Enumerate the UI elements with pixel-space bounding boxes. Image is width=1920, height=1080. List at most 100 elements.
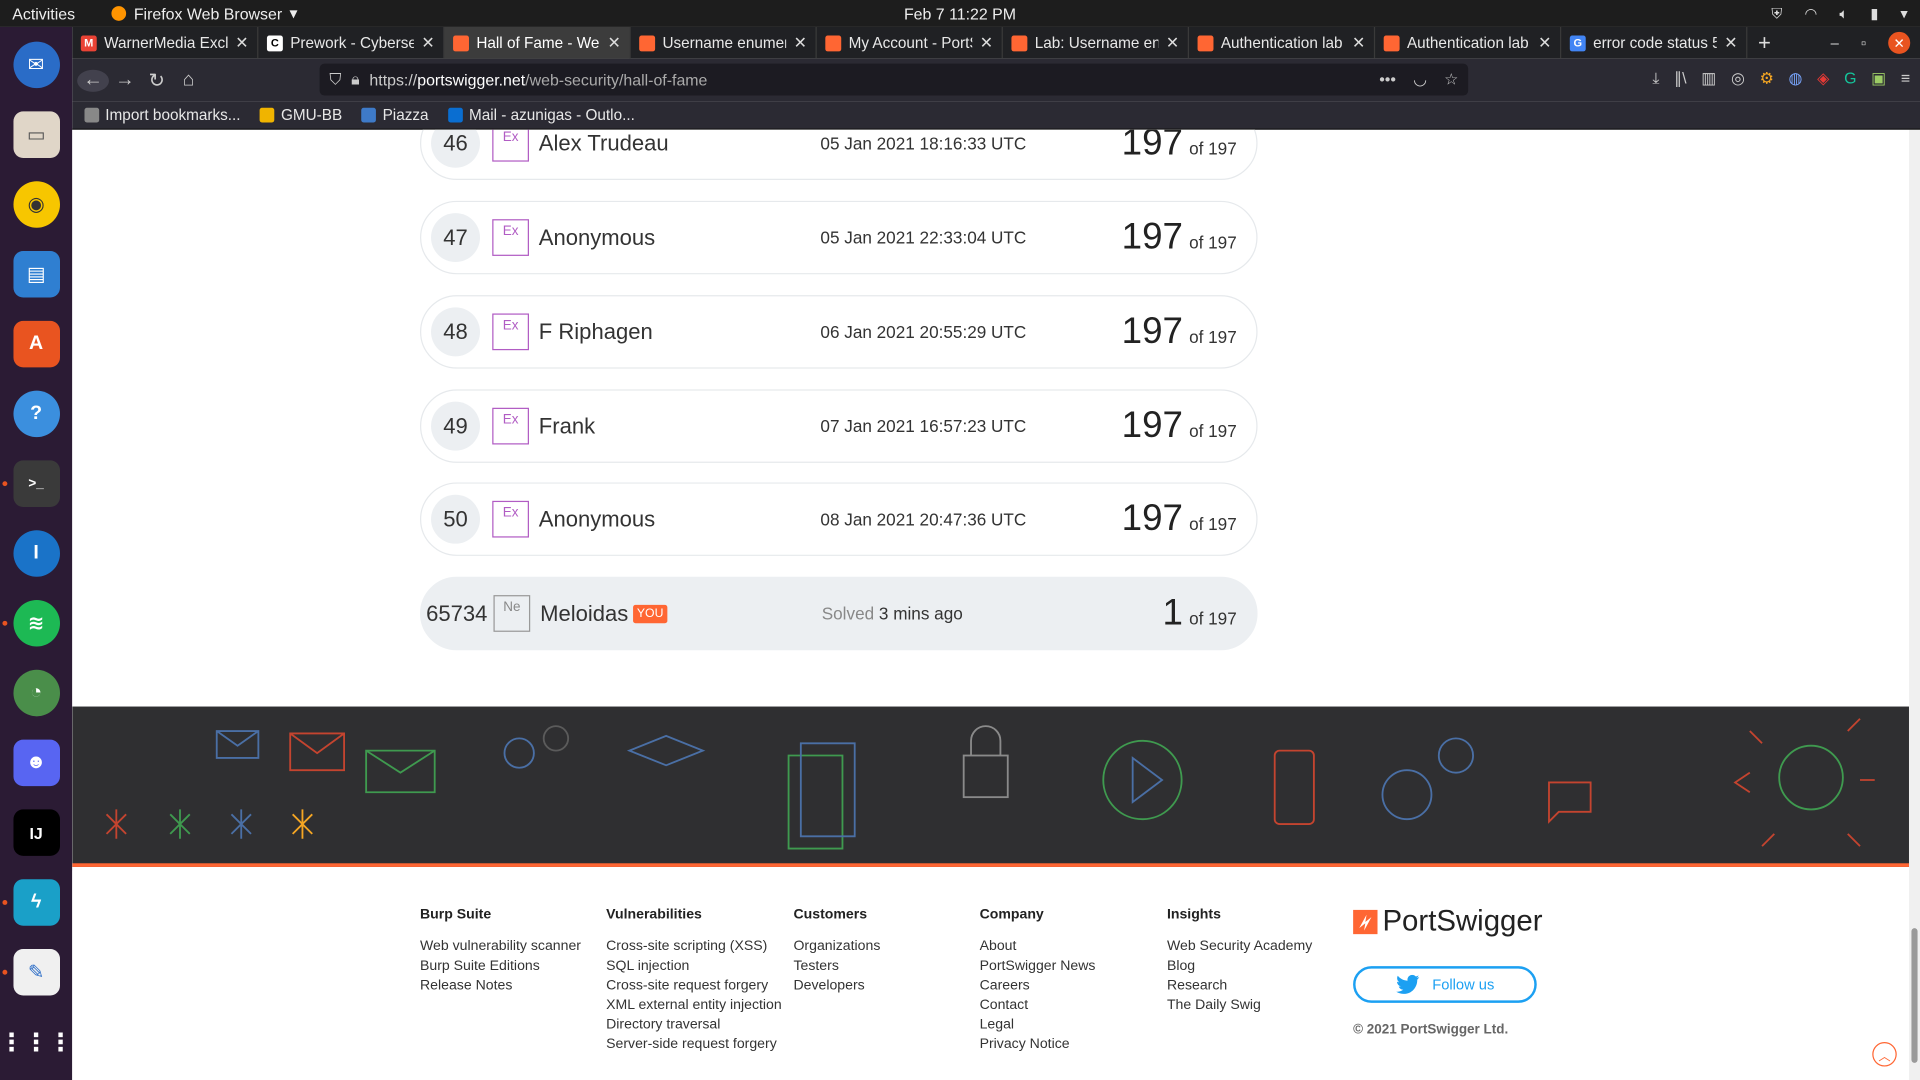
portswigger-logo[interactable]: PortSwigger — [1353, 905, 1543, 939]
close-tab-icon[interactable]: ✕ — [235, 33, 248, 53]
browser-tab[interactable]: Lab: Username enu ✕ — [1003, 26, 1189, 59]
1password-icon[interactable]: I — [12, 530, 60, 577]
app-menu[interactable]: Firefox Web Browser ▾ — [111, 4, 298, 24]
back-to-top-icon[interactable]: ︿ — [1872, 1042, 1897, 1067]
browser-tab[interactable]: Authentication lab ✕ — [1189, 26, 1376, 59]
menu-icon[interactable]: ≡ — [1901, 69, 1910, 89]
footer-link[interactable]: SQL injection — [606, 956, 782, 976]
bookmark-item[interactable]: Import bookmarks... — [84, 107, 241, 124]
footer-link[interactable]: Burp Suite Editions — [420, 956, 581, 976]
close-tab-icon[interactable]: ✕ — [1166, 33, 1179, 53]
footer-link[interactable]: Blog — [1167, 956, 1312, 976]
close-tab-icon[interactable]: ✕ — [1352, 33, 1365, 53]
browser-tab[interactable]: Authentication lab ✕ — [1375, 26, 1562, 59]
volume-icon[interactable]: 🔈︎ — [1839, 4, 1848, 22]
close-tab-icon[interactable]: ✕ — [1724, 33, 1737, 53]
user-name[interactable]: F Riphagen — [539, 319, 821, 345]
pocket-icon[interactable]: ◡ — [1413, 70, 1427, 90]
spotify-icon[interactable]: ≋ — [1, 600, 60, 647]
chevron-down-icon[interactable]: ▾ — [1900, 5, 1907, 22]
scrollbar-thumb[interactable] — [1911, 928, 1918, 1063]
system-tray[interactable]: ⛨ ◠ 🔈︎ ▮ ▾ — [1771, 4, 1907, 22]
bookmark-star-icon[interactable]: ☆ — [1444, 70, 1458, 90]
library-icon[interactable]: ∥\ — [1674, 69, 1686, 89]
extension-icon[interactable]: ◈ — [1817, 69, 1829, 89]
footer-link[interactable]: PortSwigger News — [980, 956, 1096, 976]
sidebar-icon[interactable]: ▥ — [1701, 69, 1716, 89]
downloads-icon[interactable]: ⤓ — [1652, 69, 1659, 89]
browser-tab[interactable]: M WarnerMedia Exclu ✕ — [72, 26, 259, 59]
url-bar[interactable]: ⛉ 🔒︎ https://portswigger.net/web-securit… — [319, 63, 1469, 96]
user-name[interactable]: Meloidas YOU — [540, 601, 822, 627]
browser-tab[interactable]: Hall of Fame - Web ✕ — [444, 26, 631, 59]
show-apps-icon[interactable]: ⋮⋮⋮ — [0, 1019, 73, 1066]
new-tab-icon[interactable]: + — [1747, 27, 1781, 59]
bookmark-item[interactable]: Piazza — [361, 107, 429, 124]
writer-icon[interactable]: ▤ — [12, 251, 60, 298]
restore-icon[interactable]: ▫ — [1861, 34, 1866, 51]
back-icon[interactable]: ← — [77, 69, 109, 92]
footer-link[interactable]: Research — [1167, 976, 1312, 996]
footer-link[interactable]: Privacy Notice — [980, 1035, 1096, 1055]
battery-icon[interactable]: ▮ — [1870, 5, 1878, 22]
browser-tab[interactable]: Username enumer ✕ — [631, 26, 817, 59]
footer-link[interactable]: The Daily Swig — [1167, 996, 1312, 1016]
footer-link[interactable]: Cross-site request forgery — [606, 976, 782, 996]
shield-icon[interactable]: ⛉ — [329, 70, 341, 90]
wifi-icon[interactable]: ◠ — [1805, 5, 1818, 22]
footer-link[interactable]: XML external entity injection — [606, 996, 782, 1016]
terminal-icon[interactable]: >_ — [1, 460, 60, 507]
user-name[interactable]: Anonymous — [539, 506, 821, 532]
page-scrollbar[interactable] — [1908, 129, 1920, 1080]
footer-link[interactable]: Organizations — [793, 937, 880, 957]
files-icon[interactable]: ▭ — [12, 111, 60, 158]
footer-link[interactable]: Directory traversal — [606, 1015, 782, 1035]
account-icon[interactable]: ◎ — [1731, 69, 1745, 89]
follow-us-button[interactable]: Follow us — [1353, 966, 1537, 1003]
close-tab-icon[interactable]: ✕ — [421, 33, 434, 53]
footer-link[interactable]: Contact — [980, 996, 1096, 1016]
text-editor-icon[interactable]: ✎ — [1, 948, 60, 996]
clock[interactable]: Feb 7 11:22 PM — [904, 4, 1016, 22]
help-icon[interactable]: ? — [12, 390, 60, 438]
burp-icon[interactable]: ϟ — [1, 879, 60, 926]
footer-link[interactable]: Cross-site scripting (XSS) — [606, 937, 782, 957]
home-icon[interactable]: ⌂ — [173, 69, 205, 91]
footer-link[interactable]: Legal — [980, 1015, 1096, 1035]
activities-button[interactable]: Activities — [12, 4, 75, 22]
bookmark-item[interactable]: GMU-BB — [260, 107, 342, 124]
footer-link[interactable]: Testers — [793, 956, 880, 976]
extension-icon[interactable]: ◍ — [1789, 69, 1803, 89]
browser-tab[interactable]: Gerror code status 5 ✕ — [1561, 26, 1748, 59]
lock-icon[interactable]: 🔒︎ — [351, 70, 359, 90]
browser-tab[interactable]: C Prework - Cyberse ✕ — [258, 26, 445, 59]
close-tab-icon[interactable]: ✕ — [607, 33, 620, 53]
close-tab-icon[interactable]: ✕ — [1538, 33, 1551, 53]
user-name[interactable]: Alex Trudeau — [539, 130, 821, 156]
extension-icon[interactable]: ▣ — [1871, 69, 1886, 89]
rhythmbox-icon[interactable]: ◉ — [12, 181, 60, 228]
footer-link[interactable]: Release Notes — [420, 976, 581, 996]
reload-icon[interactable]: ↻ — [141, 68, 173, 92]
software-icon[interactable]: A — [12, 320, 60, 368]
footer-link[interactable]: Developers — [793, 976, 880, 996]
grammarly-icon[interactable]: G — [1844, 69, 1856, 89]
footer-link[interactable]: Server-side request forgery — [606, 1035, 782, 1055]
footer-link[interactable]: Careers — [980, 976, 1096, 996]
footer-link[interactable]: Web Security Academy — [1167, 937, 1312, 957]
intellij-icon[interactable]: IJ — [12, 809, 60, 856]
forward-icon[interactable]: → — [109, 69, 141, 91]
page-actions-icon[interactable]: ••• — [1379, 70, 1396, 90]
thunderbird-icon[interactable]: ✉ — [12, 41, 60, 89]
network-icon[interactable]: ◔ — [12, 669, 60, 717]
close-tab-icon[interactable]: ✕ — [794, 33, 807, 53]
discord-icon[interactable]: ☻ — [12, 739, 60, 787]
footer-link[interactable]: About — [980, 937, 1096, 957]
minimize-icon[interactable]: – — [1831, 34, 1839, 51]
user-name[interactable]: Anonymous — [539, 225, 821, 251]
shield-icon[interactable]: ⛨ — [1771, 4, 1782, 22]
close-window-icon[interactable]: ✕ — [1888, 31, 1911, 54]
bookmark-item[interactable]: Mail - azunigas - Outlo... — [448, 107, 635, 124]
footer-link[interactable]: Web vulnerability scanner — [420, 937, 581, 957]
user-name[interactable]: Frank — [539, 413, 821, 439]
